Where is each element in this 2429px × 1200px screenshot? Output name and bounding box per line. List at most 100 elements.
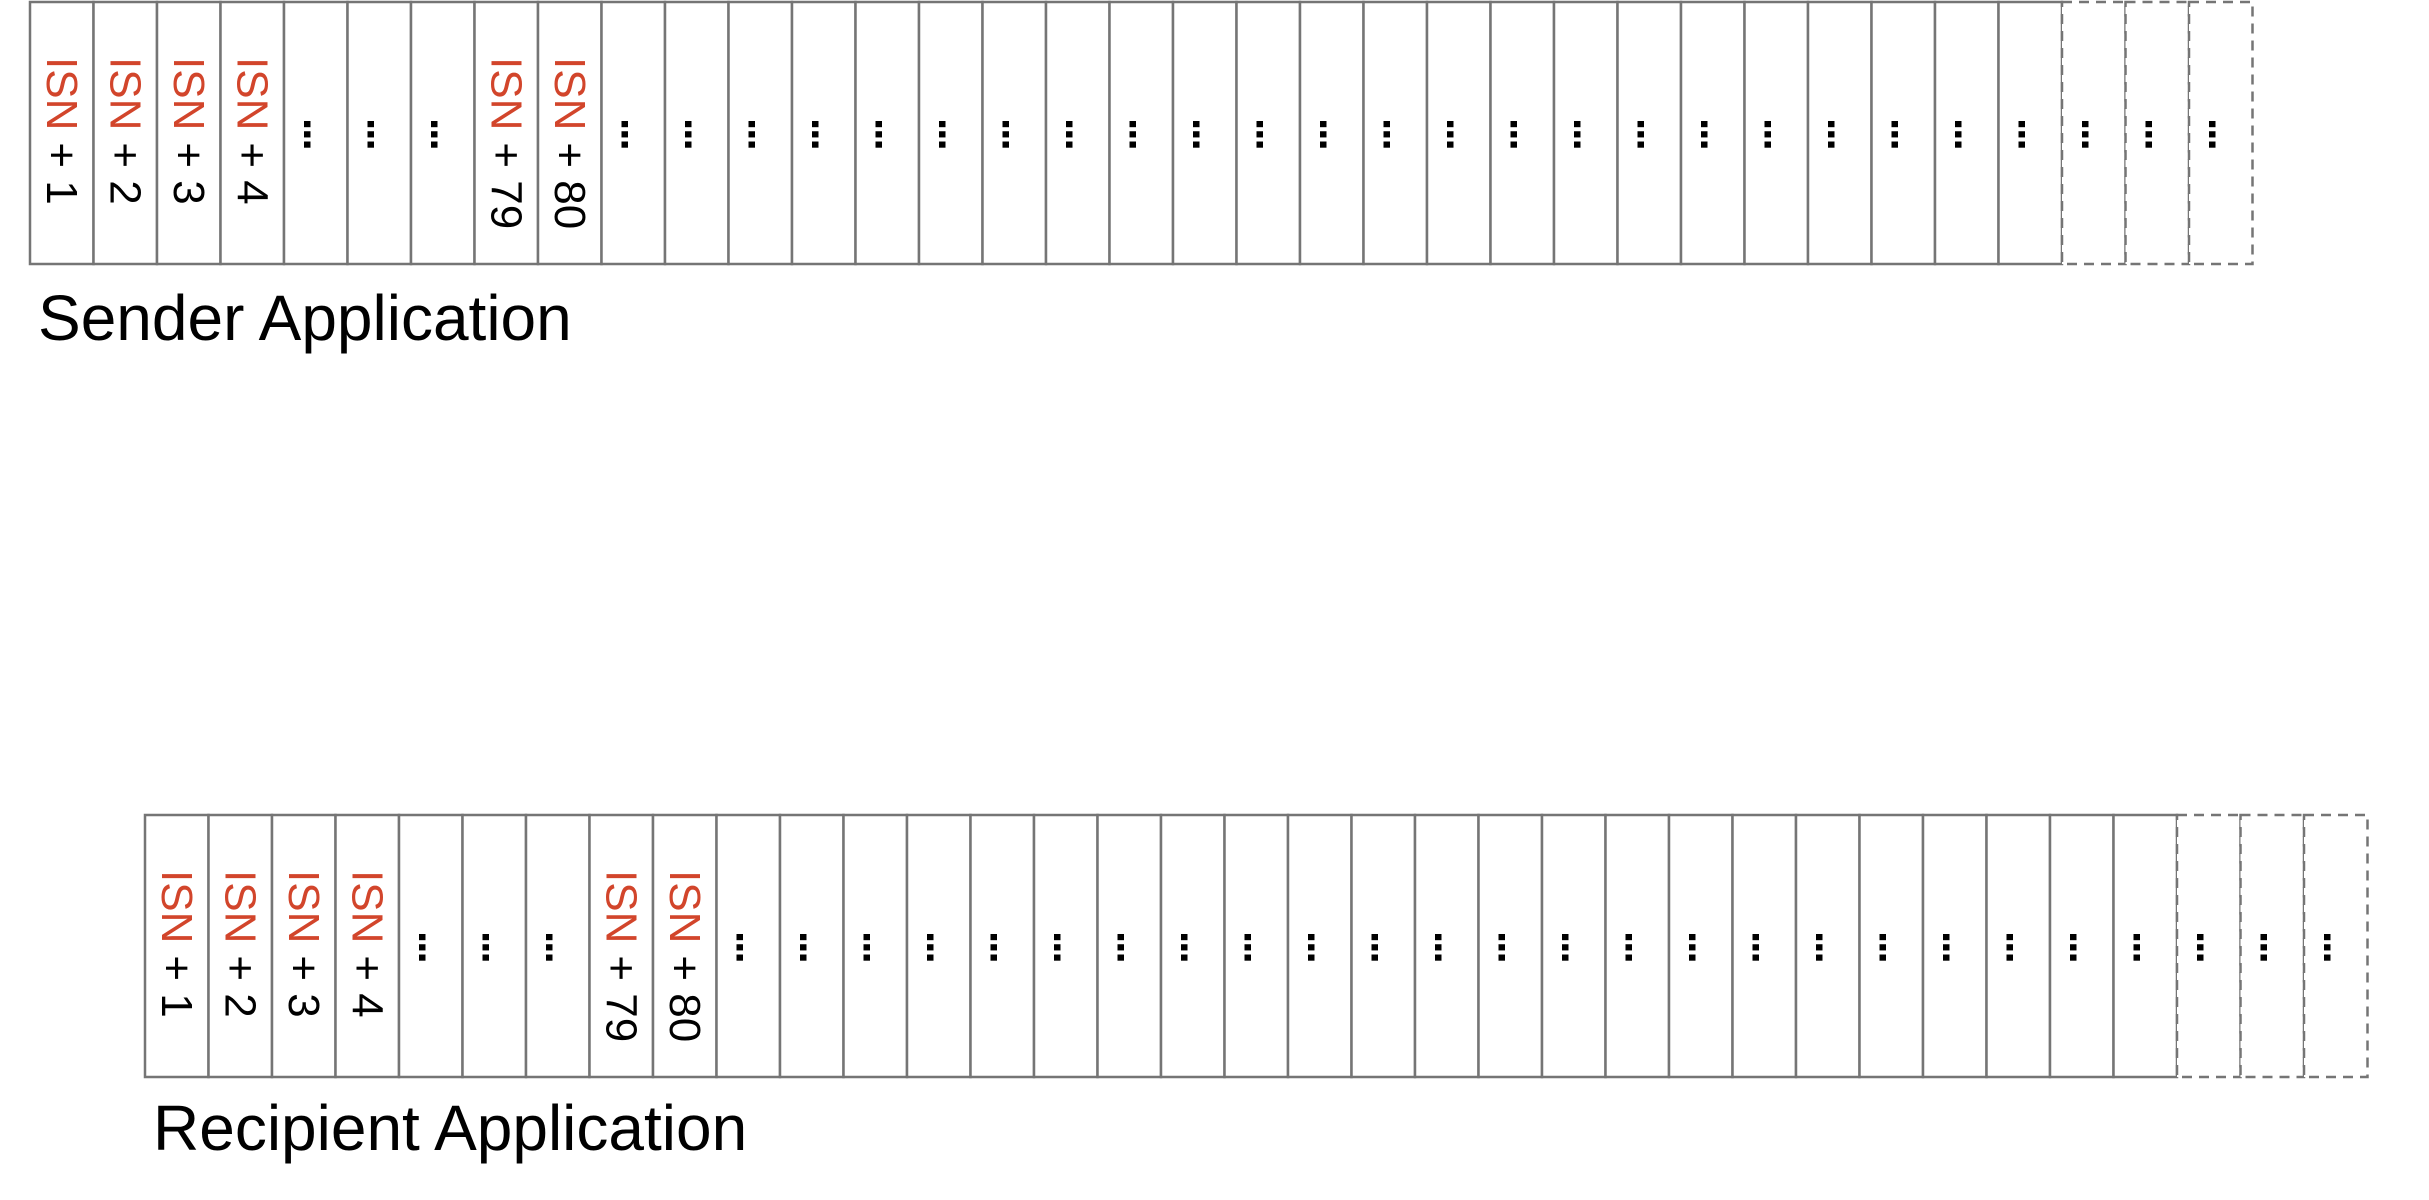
isn-text: ISN <box>37 57 86 130</box>
buffer-cell: ... <box>1870 0 1937 266</box>
ellipsis-marker: ... <box>2199 118 2248 149</box>
buffer-cell: ... <box>981 0 1048 266</box>
isn-text: ISN <box>660 870 709 943</box>
cell-border <box>143 813 210 1079</box>
offset-text: + 1 <box>152 955 201 1017</box>
ellipsis-marker: ... <box>421 118 470 149</box>
isn-text: ISN <box>545 57 594 130</box>
ellipsis-marker: ... <box>726 931 775 962</box>
buffer-cell: ... <box>1235 0 1302 266</box>
buffer-cell: ... <box>524 813 591 1079</box>
buffer-cell: ... <box>1108 0 1175 266</box>
ellipsis-marker: ... <box>1488 931 1537 962</box>
ellipsis-marker: ... <box>2072 118 2121 149</box>
ellipsis-marker: ... <box>2250 931 2299 962</box>
ellipsis-marker: ... <box>1107 931 1156 962</box>
buffer-cell: ... <box>1616 0 1683 266</box>
ellipsis-marker: ... <box>1945 118 1994 149</box>
cell-border <box>155 0 222 266</box>
ellipsis-marker: ... <box>1881 118 1930 149</box>
ellipsis-marker: ... <box>980 931 1029 962</box>
ellipsis-marker: ... <box>2135 118 2184 149</box>
offset-text: + 4 <box>342 955 391 1017</box>
ellipsis-marker: ... <box>929 118 978 149</box>
buffer-cell: ISN + 79 <box>588 813 655 1079</box>
buffer-cell: ... <box>969 813 1036 1079</box>
buffer-cell: ... <box>1921 813 1988 1079</box>
sender-application-label: Sender Application <box>38 282 572 354</box>
buffer-cell: ISN + 3 <box>270 813 337 1079</box>
buffer-cell: ... <box>854 0 921 266</box>
offset-text: + 4 <box>227 142 276 204</box>
isn-text: ISN <box>279 870 328 943</box>
buffer-cell: ISN + 4 <box>219 0 286 266</box>
buffer-cell-reserved: ... <box>2239 813 2306 1079</box>
ellipsis-marker: ... <box>2187 931 2236 962</box>
ellipsis-marker: ... <box>1056 118 1105 149</box>
offset-text: + 2 <box>100 142 149 204</box>
ellipsis-marker: ... <box>1234 931 1283 962</box>
byte-stream-diagram: ISN + 1 ISN + 2 ISN + 3 ISN + 4...... ... ISN + 79… <box>28 0 2369 1079</box>
buffer-cell: ISN + 79 <box>473 0 540 266</box>
ellipsis-marker: ... <box>675 118 724 149</box>
ellipsis-marker: ... <box>1500 118 1549 149</box>
ellipsis-marker: ... <box>1996 931 2045 962</box>
ellipsis-marker: ... <box>1171 931 1220 962</box>
buffer-cell: ... <box>1044 0 1111 266</box>
offset-text: + 2 <box>215 955 264 1017</box>
buffer-cell: ... <box>1413 813 1480 1079</box>
offset-text: + 3 <box>164 142 213 204</box>
offset-text: + 79 <box>481 142 530 229</box>
ellipsis-marker: ... <box>2123 931 2172 962</box>
buffer-cell: ... <box>1286 813 1353 1079</box>
ellipsis-marker: ... <box>1373 118 1422 149</box>
offset-text: + 79 <box>596 955 645 1042</box>
buffer-cell: ... <box>715 813 782 1079</box>
ellipsis-marker: ... <box>1310 118 1359 149</box>
ellipsis-marker: ... <box>1806 931 1855 962</box>
ellipsis-marker: ... <box>294 118 343 149</box>
buffer-cell: ... <box>1997 0 2064 266</box>
ellipsis-marker: ... <box>2008 118 2057 149</box>
sequence-number-label: ISN + 79 <box>481 57 530 229</box>
isn-text: ISN <box>152 870 201 943</box>
ellipsis-marker: ... <box>1246 118 1295 149</box>
isn-text: ISN <box>342 870 391 943</box>
buffer-cell: ISN + 1 <box>28 0 95 266</box>
buffer-cell: ... <box>2112 813 2179 1079</box>
buffer-cell: ... <box>1858 813 1925 1079</box>
sequence-number-label: ISN + 80 <box>660 870 709 1042</box>
buffer-cell: ... <box>790 0 857 266</box>
buffer-cell: ... <box>727 0 794 266</box>
ellipsis-marker: ... <box>1691 118 1740 149</box>
buffer-cell: ... <box>1743 0 1810 266</box>
buffer-cell: ... <box>2048 813 2115 1079</box>
ellipsis-marker: ... <box>1119 118 1168 149</box>
cell-border <box>334 813 401 1079</box>
buffer-cell: ... <box>663 0 730 266</box>
buffer-cell: ... <box>1540 813 1607 1079</box>
ellipsis-marker: ... <box>1869 931 1918 962</box>
buffer-cell: ... <box>397 813 464 1079</box>
recipient-application-label: Recipient Application <box>153 1092 748 1164</box>
ellipsis-marker: ... <box>802 118 851 149</box>
buffer-cell: ISN + 80 <box>536 0 603 266</box>
cell-border <box>28 0 95 266</box>
ellipsis-marker: ... <box>1627 118 1676 149</box>
buffer-cell: ... <box>1667 813 1734 1079</box>
buffer-cell: ... <box>1604 813 1671 1079</box>
buffer-cell: ... <box>1489 0 1556 266</box>
ellipsis-marker: ... <box>1425 931 1474 962</box>
buffer-cell: ISN + 4 <box>334 813 401 1079</box>
ellipsis-marker: ... <box>1437 118 1486 149</box>
buffer-cell: ISN + 2 <box>207 813 274 1079</box>
buffer-cell: ... <box>600 0 667 266</box>
buffer-cell: ... <box>917 0 984 266</box>
cell-border <box>207 813 274 1079</box>
buffer-cell: ... <box>778 813 845 1079</box>
buffer-cell: ... <box>282 0 349 266</box>
buffer-cell-reserved: ... <box>2175 813 2242 1079</box>
ellipsis-marker: ... <box>1615 931 1664 962</box>
buffer-cell: ... <box>1985 813 2052 1079</box>
ellipsis-marker: ... <box>853 931 902 962</box>
